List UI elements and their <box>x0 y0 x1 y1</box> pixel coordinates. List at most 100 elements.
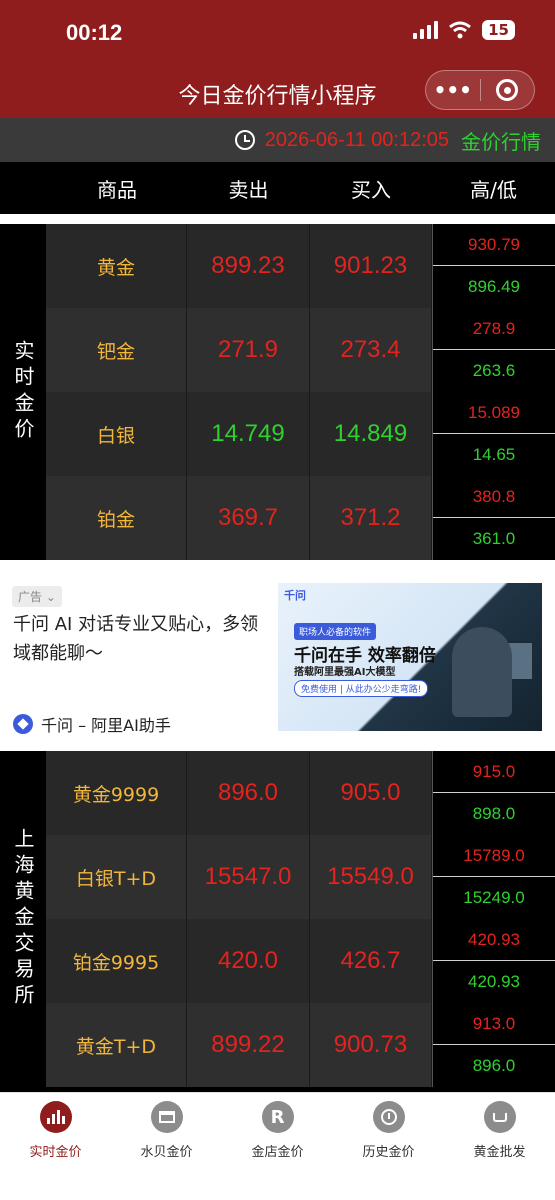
tab-history[interactable]: 历史金价 <box>333 1093 444 1200</box>
price-row[interactable]: 铂金9995 420.0 426.7 420.93 420.93 <box>46 919 555 1003</box>
high-low-cell: 380.8 361.0 <box>432 476 555 560</box>
buy-price: 901.23 <box>310 224 432 308</box>
high-price: 913.0 <box>433 1004 555 1045</box>
high-price: 15789.0 <box>433 836 555 877</box>
low-price: 263.6 <box>472 360 516 380</box>
high-price: 278.9 <box>433 309 555 350</box>
title-bar: 00:12 15 今日金价行情小程序 ••• <box>0 0 555 118</box>
section-label: 上海黄金交易所 <box>0 751 46 1087</box>
ad-tag[interactable]: 广告 ⌄ <box>12 586 62 607</box>
r-badge-icon: R <box>261 1101 294 1133</box>
tab-label: 黄金批发 <box>473 1145 526 1160</box>
buy-price: 371.2 <box>310 476 432 560</box>
commodity-name: 白银T+D <box>46 835 187 919</box>
high-low-cell: 278.9 263.6 <box>432 308 555 392</box>
sell-price: 899.22 <box>187 1003 310 1087</box>
status-time: 00:12 <box>66 20 123 45</box>
high-price: 15.089 <box>433 393 555 434</box>
commodity-name: 黄金9999 <box>46 751 187 835</box>
sell-price: 899.23 <box>187 224 310 308</box>
commodity-name: 铂金 <box>46 476 187 560</box>
commodity-name: 黄金T+D <box>46 1003 187 1087</box>
col-buy: 买入 <box>351 177 391 202</box>
bar-chart-icon <box>39 1101 72 1133</box>
price-row[interactable]: 铂金 369.7 371.2 380.8 361.0 <box>46 476 555 560</box>
tab-store[interactable]: R 金店金价 <box>222 1093 333 1200</box>
ad-brand-name: 千问 – 阿里AI助手 <box>41 716 171 735</box>
battery-icon: 15 <box>482 20 515 40</box>
tab-label: 金店金价 <box>251 1145 304 1160</box>
status-icons: 15 <box>413 20 515 40</box>
low-price: 14.65 <box>472 444 516 464</box>
buy-price: 900.73 <box>310 1003 432 1087</box>
divider <box>0 560 555 568</box>
high-low-cell: 930.79 896.49 <box>432 224 555 308</box>
banner-chip: 职场人必备的软件 <box>294 623 377 640</box>
miniprogram-capsule: ••• <box>425 70 535 110</box>
table-header: 商品 卖出 买入 高/低 <box>0 162 555 218</box>
low-price: 896.49 <box>468 276 520 296</box>
high-price: 420.93 <box>433 920 555 961</box>
alarm-clock-icon <box>234 130 255 150</box>
high-price: 930.79 <box>433 225 555 266</box>
commodity-name: 钯金 <box>46 308 187 392</box>
price-row[interactable]: 黄金9999 896.0 905.0 915.0 898.0 <box>46 751 555 835</box>
low-price: 898.0 <box>472 803 516 823</box>
tab-wholesale[interactable]: 黄金批发 <box>444 1093 555 1200</box>
tab-label: 实时金价 <box>29 1145 82 1160</box>
price-row[interactable]: 黄金T+D 899.22 900.73 913.0 896.0 <box>46 1003 555 1087</box>
section-label: 实时金价 <box>0 224 46 560</box>
sell-price: 369.7 <box>187 476 310 560</box>
buy-price: 426.7 <box>310 919 432 1003</box>
sell-price: 14.749 <box>187 392 310 476</box>
high-low-cell: 915.0 898.0 <box>432 751 555 835</box>
sell-price: 271.9 <box>187 308 310 392</box>
realtime-section: 实时金价 黄金 899.23 901.23 930.79 896.49 钯金 271.9 27… <box>0 224 555 560</box>
buy-price: 905.0 <box>310 751 432 835</box>
high-low-cell: 913.0 896.0 <box>432 1003 555 1087</box>
more-menu-icon[interactable]: ••• <box>426 78 480 102</box>
low-price: 420.93 <box>468 971 520 991</box>
sge-section: 上海黄金交易所 黄金9999 896.0 905.0 915.0 898.0 白银T+D 1… <box>0 751 555 1087</box>
tab-label: 历史金价 <box>362 1145 415 1160</box>
tab-realtime[interactable]: 实时金价 <box>0 1093 111 1200</box>
update-datetime: 2026-06-11 00:12:05 <box>264 128 449 151</box>
ad-card[interactable]: 广告 ⌄ 千问 AI 对话专业又贴心，多领域都能聊～ 千问 – 阿里AI助手 千… <box>0 568 555 748</box>
price-row[interactable]: 白银 14.749 14.849 15.089 14.65 <box>46 392 555 476</box>
high-price: 915.0 <box>433 752 555 793</box>
wifi-icon <box>449 21 472 39</box>
qianwen-logo-icon <box>13 714 33 734</box>
col-high-low: 高/低 <box>470 177 517 202</box>
market-label: 金价行情 <box>461 131 541 154</box>
commodity-name: 铂金9995 <box>46 919 187 1003</box>
high-low-cell: 15.089 14.65 <box>432 392 555 476</box>
commodity-name: 白银 <box>46 392 187 476</box>
sell-price: 15547.0 <box>187 835 310 919</box>
history-icon <box>372 1101 405 1133</box>
banner-subtitle: 搭载阿里最强AI大模型 <box>294 667 396 678</box>
person-illustration <box>452 627 512 717</box>
shop-icon <box>150 1101 183 1133</box>
ad-text[interactable]: 千问 AI 对话专业又贴心，多领域都能聊～ <box>13 610 268 668</box>
banner-brand: 千问 <box>284 589 306 602</box>
banner-button: 免费使用 | 从此办公少走弯路! <box>294 680 429 697</box>
ad-brand[interactable]: 千问 – 阿里AI助手 <box>13 712 171 736</box>
col-name: 商品 <box>97 177 137 202</box>
low-price: 15249.0 <box>463 887 525 907</box>
cart-icon <box>483 1101 516 1133</box>
price-row[interactable]: 黄金 899.23 901.23 930.79 896.49 <box>46 224 555 308</box>
signal-icon <box>413 21 439 39</box>
buy-price: 273.4 <box>310 308 432 392</box>
ad-banner-image[interactable]: 千问 职场人必备的软件 千问在手 效率翻倍 搭载阿里最强AI大模型 免费使用 |… <box>278 583 542 731</box>
close-program-icon[interactable] <box>480 79 534 101</box>
price-row[interactable]: 钯金 271.9 273.4 278.9 263.6 <box>46 308 555 392</box>
low-price: 896.0 <box>472 1055 516 1075</box>
buy-price: 14.849 <box>310 392 432 476</box>
sell-price: 896.0 <box>187 751 310 835</box>
tab-shuibei[interactable]: 水贝金价 <box>111 1093 222 1200</box>
price-row[interactable]: 白银T+D 15547.0 15549.0 15789.0 15249.0 <box>46 835 555 919</box>
low-price: 361.0 <box>472 528 516 548</box>
sell-price: 420.0 <box>187 919 310 1003</box>
high-low-cell: 15789.0 15249.0 <box>432 835 555 919</box>
bottom-tab-bar: 实时金价 水贝金价 R 金店金价 历史金价 黄金批发 <box>0 1092 555 1200</box>
